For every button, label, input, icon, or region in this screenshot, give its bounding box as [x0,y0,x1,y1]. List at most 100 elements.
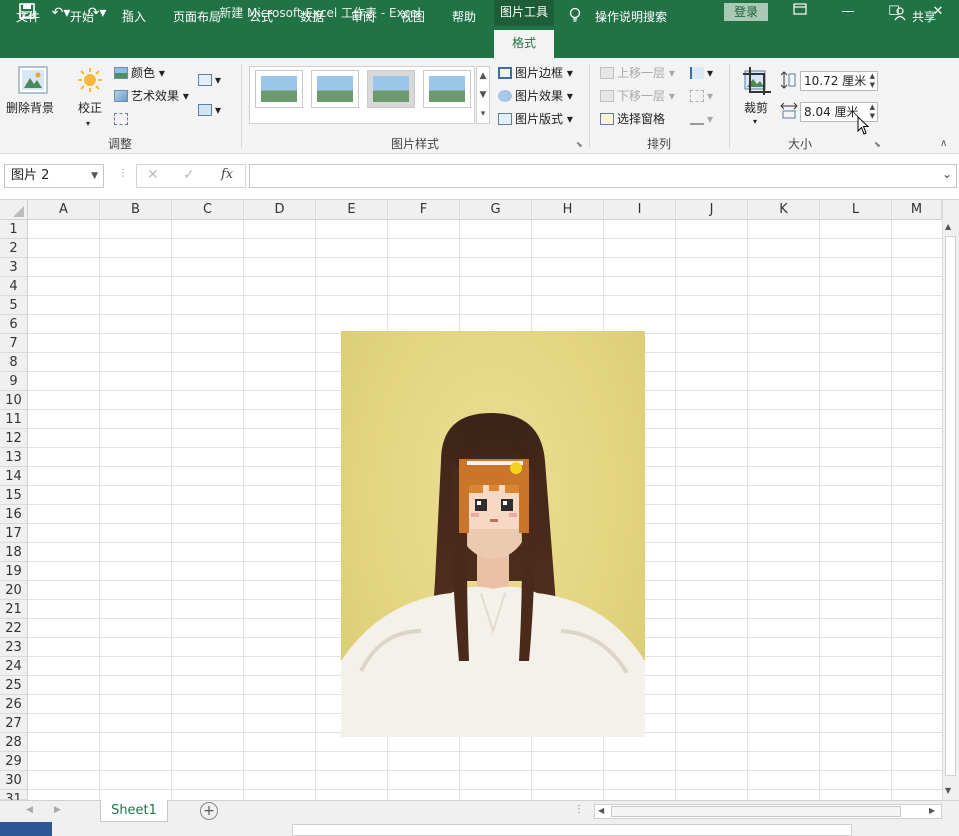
minimize-icon[interactable]: — [828,2,868,22]
picture-style-1[interactable] [255,70,303,108]
name-box-dropdown-icon[interactable]: ▼ [91,165,98,187]
column-header[interactable]: J [676,200,748,220]
picture-effects-button[interactable]: 图片效果 ▾ [498,86,573,106]
row-header[interactable]: 25 [0,676,28,695]
share-button[interactable]: 共享 [912,7,936,27]
compress-pictures-icon[interactable] [114,109,131,129]
row-header[interactable]: 12 [0,429,28,448]
row-header[interactable]: 11 [0,410,28,429]
column-header[interactable]: I [604,200,676,220]
next-sheet-icon[interactable]: ▶ [54,805,61,815]
row-header[interactable]: 7 [0,334,28,353]
row-header[interactable]: 15 [0,486,28,505]
picture-styles-launcher-icon[interactable]: ⬊ [576,140,583,149]
picture-style-3[interactable] [367,70,415,108]
horizontal-scrollbar[interactable]: ◀ ▶ [594,804,942,819]
row-header[interactable]: 28 [0,733,28,752]
expand-formula-icon[interactable]: ⌄ [942,167,952,181]
formula-input[interactable]: ⌄ [249,164,957,188]
vertical-scroll-thumb[interactable] [945,236,956,776]
bring-forward-button[interactable]: 上移一层 ▾ [600,63,675,83]
new-sheet-button[interactable]: + [200,802,218,820]
picture-layout-button[interactable]: 图片版式 ▾ [498,109,573,129]
size-launcher-icon[interactable]: ⬊ [874,140,881,149]
row-header[interactable]: 21 [0,600,28,619]
select-all-button[interactable] [0,200,28,220]
row-header[interactable]: 26 [0,695,28,714]
insert-function-button[interactable]: fx [221,167,233,182]
row-header[interactable]: 14 [0,467,28,486]
column-header[interactable]: B [100,200,172,220]
picture-style-4[interactable] [423,70,471,108]
remove-background-icon[interactable] [18,66,48,94]
sheet-tab-sheet1[interactable]: Sheet1 [100,800,168,822]
horizontal-scroll-thumb[interactable] [611,806,901,817]
row-header[interactable]: 30 [0,771,28,790]
scroll-right-icon[interactable]: ▶ [929,806,935,815]
row-header[interactable]: 5 [0,296,28,315]
tab-data[interactable]: 数据 [300,7,324,27]
row-header[interactable]: 18 [0,543,28,562]
inserted-picture[interactable] [341,331,645,737]
scroll-left-icon[interactable]: ◀ [598,806,604,815]
row-header[interactable]: 22 [0,619,28,638]
column-header[interactable]: H [532,200,604,220]
scroll-up-icon[interactable]: ▲ [945,222,951,231]
picture-border-button[interactable]: 图片边框 ▾ [498,63,573,83]
column-header[interactable]: K [748,200,820,220]
row-header[interactable]: 3 [0,258,28,277]
column-header[interactable]: G [460,200,532,220]
row-header[interactable]: 29 [0,752,28,771]
tab-review[interactable]: 审阅 [351,7,375,27]
tab-view[interactable]: 视图 [401,7,425,27]
name-box[interactable]: 图片 2 ▼ [4,164,104,188]
row-header[interactable]: 1 [0,220,28,239]
cancel-icon[interactable]: ✕ [147,167,159,183]
row-header[interactable]: 6 [0,315,28,334]
prev-sheet-icon[interactable]: ◀ [26,805,33,815]
tab-help[interactable]: 帮助 [452,7,476,27]
column-header[interactable]: L [820,200,892,220]
enter-icon[interactable]: ✓ [183,167,195,183]
height-spin-arrows[interactable]: ▲ ▼ [870,72,875,90]
height-spinner[interactable]: 10.72 厘米 ▲ ▼ [800,71,878,91]
ribbon-display-options-icon[interactable] [780,2,820,22]
row-header[interactable]: 17 [0,524,28,543]
row-header[interactable]: 24 [0,657,28,676]
row-header[interactable]: 10 [0,391,28,410]
scroll-down-icon[interactable]: ▼ [945,786,951,795]
corrections-dropdown-icon[interactable]: ▾ [86,114,90,134]
crop-dropdown-icon[interactable]: ▾ [753,112,757,132]
change-picture-icon[interactable]: ▾ [198,70,221,90]
row-header[interactable]: 19 [0,562,28,581]
column-header[interactable]: F [388,200,460,220]
formula-bar-grip[interactable]: ⋮ [118,168,128,179]
tab-insert[interactable]: 插入 [122,7,146,27]
row-header[interactable]: 20 [0,581,28,600]
remove-background-button[interactable]: 删除背景 [6,98,54,118]
align-icon[interactable]: ▾ [690,63,713,83]
tab-formulas[interactable]: 公式 [249,7,273,27]
picture-style-2[interactable] [311,70,359,108]
row-header[interactable]: 8 [0,353,28,372]
tab-format[interactable]: 格式 [494,30,554,58]
send-backward-button[interactable]: 下移一层 ▾ [600,86,675,106]
column-header[interactable]: E [316,200,388,220]
column-header[interactable]: D [244,200,316,220]
tab-file[interactable]: 文件 [16,7,40,27]
row-header[interactable]: 23 [0,638,28,657]
row-header[interactable]: 9 [0,372,28,391]
rotate-icon[interactable]: ▾ [690,109,713,129]
tab-home[interactable]: 开始 [70,7,94,27]
selection-pane-button[interactable]: 选择窗格 [600,109,665,129]
collapse-ribbon-icon[interactable]: ∧ [940,138,947,149]
tab-split-handle[interactable]: ⋮ [574,804,584,815]
crop-icon[interactable] [742,66,772,96]
column-header[interactable]: M [892,200,942,220]
row-header[interactable]: 13 [0,448,28,467]
column-header[interactable]: C [172,200,244,220]
row-header[interactable]: 31 [0,790,28,807]
row-header[interactable]: 16 [0,505,28,524]
row-header[interactable]: 4 [0,277,28,296]
corrections-icon[interactable] [76,66,104,94]
